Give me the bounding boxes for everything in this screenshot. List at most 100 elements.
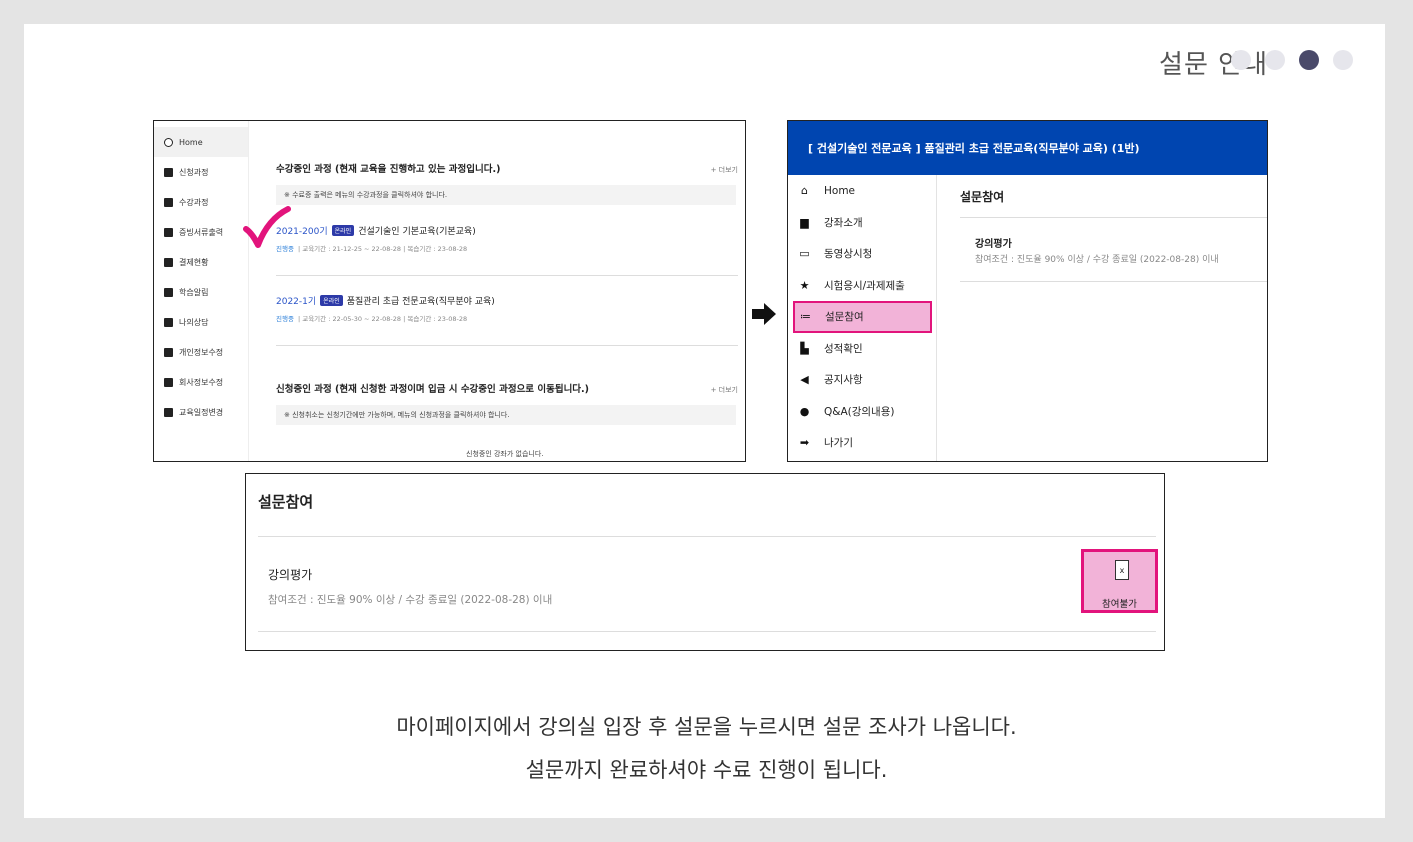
classroom-menu-item[interactable]: ≔ 설문참여 xyxy=(793,301,932,333)
survey-condition: 참여조건 : 진도율 90% 이상 / 수강 종료일 (2022-08-28) … xyxy=(975,255,1219,265)
survey-name[interactable]: 강의평가 xyxy=(975,235,1012,250)
sidebar-item[interactable]: Home xyxy=(154,127,248,157)
bell-icon xyxy=(164,287,173,297)
online-badge: 온라인 xyxy=(320,295,343,306)
survey-screenshot: 설문참여 강의평가 참여조건 : 진도율 90% 이상 / 수강 종료일 (20… xyxy=(245,473,1165,651)
classroom-menu-label: 공지사항 xyxy=(824,374,863,387)
company-doc-icon xyxy=(164,377,173,387)
course-period: 교육기간 : 21-12-25 ~ 22-08-28 xyxy=(302,245,402,253)
chat-icon: ● xyxy=(799,404,810,418)
caption-line-2: 설문까지 완료하셔야 수료 진행이 됩니다. xyxy=(525,758,888,782)
classroom-menu-item[interactable]: ▭ 동영상시청 xyxy=(788,238,936,270)
more-link-applied[interactable]: + 더보기 xyxy=(711,385,738,395)
monitor-icon: ▭ xyxy=(799,247,810,261)
sidebar-item-label: 나의상담 xyxy=(179,317,209,327)
course-period: 교육기간 : 22-05-30 ~ 22-08-28 xyxy=(302,315,402,323)
home-icon: ⌂ xyxy=(801,184,808,198)
survey-condition: 참여조건 : 진도율 90% 이상 / 수강 종료일 (2022-08-28) … xyxy=(268,594,553,606)
survey-section-title: 설문참여 xyxy=(960,190,1005,204)
document-x-icon: x xyxy=(1115,560,1129,580)
sidebar-item-label: Home xyxy=(179,137,203,147)
sidebar-item[interactable]: 결제현황 xyxy=(154,247,248,277)
list-icon: ≔ xyxy=(800,310,811,324)
classroom-menu-item[interactable]: ★ 시험응시/과제제출 xyxy=(788,270,936,302)
classroom-menu-item[interactable]: ▆ 강좌소개 xyxy=(788,207,936,239)
sidebar-item-label: 결제현황 xyxy=(179,257,209,267)
divider xyxy=(276,275,738,276)
classroom-menu-label: Home xyxy=(824,184,856,197)
course-name[interactable]: 품질관리 초급 전문교육(직무분야 교육) xyxy=(347,294,495,307)
user-doc-icon xyxy=(164,347,173,357)
page-dot-3-active[interactable] xyxy=(1299,50,1319,70)
classroom-menu-label: 성적확인 xyxy=(824,342,863,355)
classroom-screenshot: [ 건설기술인 전문교육 ] 품질관리 초급 전문교육(직무분야 교육) (1반… xyxy=(787,120,1268,462)
more-link-enrolled[interactable]: + 더보기 xyxy=(711,165,738,175)
sidebar-item-label: 회사정보수정 xyxy=(179,377,224,387)
classroom-menu-label: Q&A(강의내용) xyxy=(824,405,895,418)
classroom-menu-item[interactable]: ▙ 성적확인 xyxy=(788,333,936,365)
course-review: 복습기간 : 23-08-28 xyxy=(407,245,468,253)
sidebar-item[interactable]: 개인정보수정 xyxy=(154,337,248,367)
sidebar-item-label: 교육일정변경 xyxy=(179,407,224,417)
classroom-menu-item[interactable]: ⌂ Home xyxy=(788,175,936,207)
classroom-menu-label: 시험응시/과제제출 xyxy=(824,279,905,292)
home-circle-icon xyxy=(164,137,173,147)
divider xyxy=(258,631,1156,632)
online-badge: 온라인 xyxy=(331,225,355,236)
sidebar-item[interactable]: 수강과정 xyxy=(154,187,248,217)
classroom-menu: ⌂ Home ▆ 강좌소개 ▭ 동영상시청 ★ 시험응시/과제제출 ≔ 설문참여 ▙ 성적확인 ◀ 공지사… xyxy=(788,175,937,461)
check-mark-icon xyxy=(243,206,291,248)
sidebar-item-label: 개인정보수정 xyxy=(179,347,224,357)
sidebar-item[interactable]: 학습알림 xyxy=(154,277,248,307)
receipt-icon xyxy=(164,257,173,267)
arrow-right-icon xyxy=(752,303,776,325)
sidebar-item[interactable]: 증빙서류출력 xyxy=(154,217,248,247)
course-name[interactable]: 건설기술인 기본교육(기본교육) xyxy=(358,224,476,237)
sidebar-item[interactable]: 교육일정변경 xyxy=(154,397,248,427)
page-dot-4[interactable] xyxy=(1333,50,1353,70)
sidebar-item[interactable]: 회사정보수정 xyxy=(154,367,248,397)
course-item[interactable]: 2022-1기 온라인 품질관리 초급 전문교육(직무분야 교육) 진행중 | 교… xyxy=(276,294,495,323)
book-icon: ▆ xyxy=(800,215,809,229)
section-title-applied: 신청중인 과정 (현재 신청한 과정이며 입금 시 수강중인 과정으로 이동됩니… xyxy=(276,384,589,395)
course-code[interactable]: 2022-1기 xyxy=(276,294,316,307)
course-review: 복습기간 : 23-08-28 xyxy=(407,315,468,323)
page-dot-2[interactable] xyxy=(1265,50,1285,70)
classroom-menu-label: 나가기 xyxy=(824,437,853,450)
sidebar-item-label: 증빙서류출력 xyxy=(179,227,224,237)
section-title-enrolled: 수강중인 과정 (현재 교육을 진행하고 있는 과정입니다.) xyxy=(276,164,501,175)
empty-applied-message: 신청중인 강좌가 없습니다. xyxy=(466,450,544,458)
divider xyxy=(960,217,1267,218)
classroom-menu-label: 강좌소개 xyxy=(824,216,863,229)
exit-icon: ➡ xyxy=(799,436,810,450)
classroom-menu-item[interactable]: ➡ 나가기 xyxy=(788,427,936,459)
classroom-menu-item[interactable]: ● Q&A(강의내용) xyxy=(788,396,936,428)
participation-unavailable-button[interactable]: x 참여불가 xyxy=(1081,549,1158,613)
page-dot-1[interactable] xyxy=(1231,50,1251,70)
sidebar-item[interactable]: 나의상담 xyxy=(154,307,248,337)
star-icon: ★ xyxy=(799,278,810,292)
calendar-edit-icon xyxy=(164,407,173,417)
print-icon xyxy=(164,227,173,237)
classroom-menu-label: 설문참여 xyxy=(825,311,864,324)
survey-title: 설문참여 xyxy=(258,493,314,511)
page-indicator xyxy=(1231,50,1353,70)
participation-unavailable-label: 참여불가 xyxy=(1102,599,1137,610)
mypage-screenshot: Home 신청과정 수강과정증빙서류출력결제현황학습알림나의상담개인정보수정회사정보… xyxy=(153,120,746,462)
sidebar-item[interactable]: 신청과정 xyxy=(154,157,248,187)
chart-icon: ▙ xyxy=(800,341,809,355)
notice-enrolled: ※ 수료증 출력은 메뉴의 수강과정을 클릭하셔야 합니다. xyxy=(276,185,736,205)
notice-applied: ※ 신청취소는 신청기간에만 가능하며, 메뉴의 신청과정을 클릭하셔야 합니다… xyxy=(276,405,736,425)
course-item[interactable]: 2021-200기 온라인 건설기술인 기본교육(기본교육) 진행중 | 교육기간… xyxy=(276,224,476,253)
pen-icon xyxy=(164,167,173,177)
survey-name: 강의평가 xyxy=(268,568,313,582)
classroom-menu-item[interactable]: ◀ 공지사항 xyxy=(788,364,936,396)
classroom-menu-label: 동영상시청 xyxy=(824,248,873,261)
mypage-sidebar: Home 신청과정 수강과정증빙서류출력결제현황학습알림나의상담개인정보수정회사정보… xyxy=(154,121,249,461)
megaphone-icon: ◀ xyxy=(800,373,809,387)
caption-line-1: 마이페이지에서 강의실 입장 후 설문을 누르시면 설문 조사가 나옵니다. xyxy=(396,715,1017,739)
people-icon xyxy=(164,317,173,327)
divider xyxy=(276,345,738,346)
classroom-header: [ 건설기술인 전문교육 ] 품질관리 초급 전문교육(직무분야 교육) (1반… xyxy=(788,121,1267,175)
course-status: 진행중 xyxy=(276,315,294,323)
